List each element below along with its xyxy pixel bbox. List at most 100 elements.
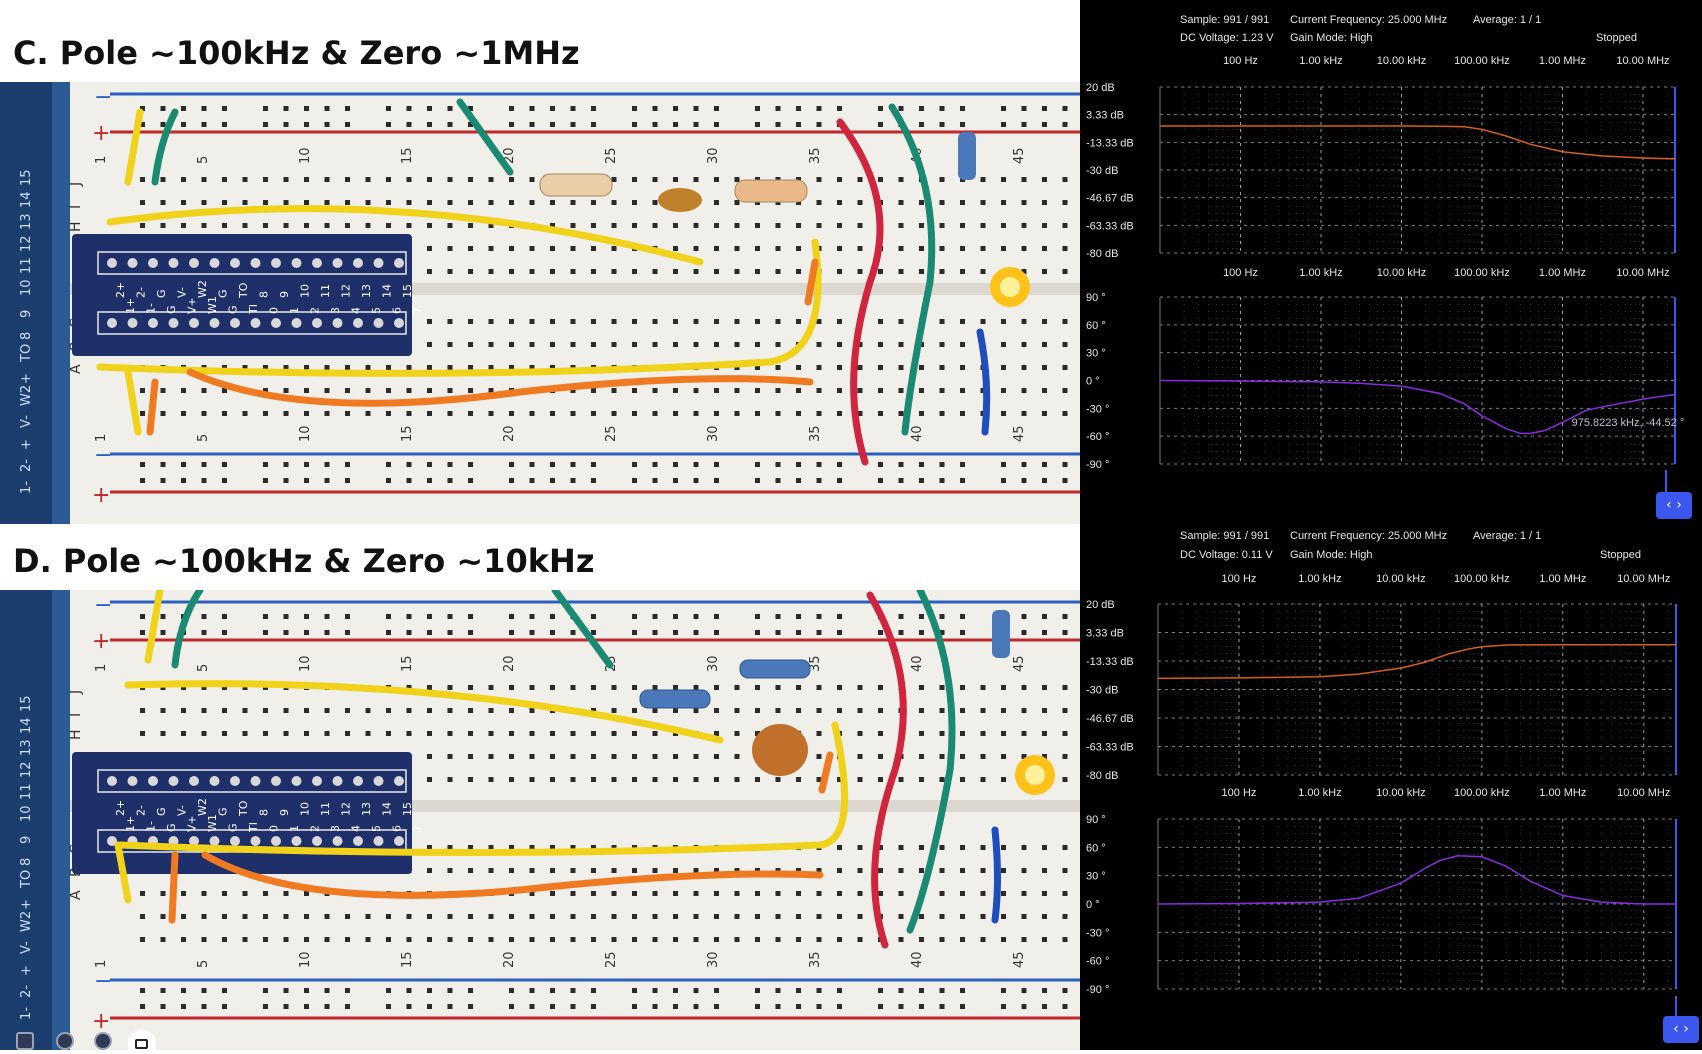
side-strip-label: 2- — [19, 459, 34, 472]
header-pin-label-top: 8 — [258, 291, 271, 298]
resistor — [739, 659, 811, 679]
side-strip-label: V- — [19, 415, 34, 428]
side-strip-label: W2 — [19, 385, 34, 406]
header-pin-label-top: V- — [176, 805, 189, 816]
column-number-top: 10 — [298, 655, 313, 672]
column-number-top: 30 — [706, 147, 721, 164]
column-number-bottom: 45 — [1012, 951, 1027, 968]
x-tick-label: 1.00 MHz — [1539, 573, 1586, 585]
header-pin-label-top: G — [155, 807, 168, 816]
column-number-bottom: 1 — [94, 434, 109, 442]
x-tick-label: 1.00 MHz — [1539, 267, 1586, 279]
row-label: I — [68, 713, 84, 717]
rail-plus-label: + — [92, 629, 110, 654]
magnitude-trace — [1157, 643, 1676, 680]
resistor — [958, 132, 976, 180]
header-pin-label-top: W2 — [196, 280, 209, 298]
nav-arrows-button-c[interactable]: ‹ › — [1656, 492, 1692, 519]
column-number-bottom: 15 — [400, 951, 415, 968]
row-label: H — [68, 221, 84, 232]
app-icon[interactable] — [94, 1032, 112, 1050]
side-strip-label: 10 — [19, 279, 34, 296]
jumper-wire — [168, 851, 179, 924]
column-number-bottom: 5 — [196, 434, 211, 442]
network-analyzer-panel-d: Sample: 991 / 991 Current Frequency: 25.0… — [1080, 524, 1702, 1050]
header-pin-label-bottom: 1+ — [124, 298, 137, 314]
camera-icon[interactable] — [128, 1030, 156, 1054]
phase-plot: 100 Hz 1.00 kHz 10.00 kHz 100.00 kHz 1.00 MH… — [1086, 787, 1677, 996]
column-number-bottom: 15 — [400, 425, 415, 442]
header-pin-label-bottom: 0 — [268, 307, 281, 314]
header-pin-label-bottom: 1 — [288, 307, 301, 314]
x-tick-label: 10.00 MHz — [1617, 573, 1670, 585]
side-strip-label: 12 — [19, 235, 34, 252]
side-strip-label: 10 — [19, 805, 34, 822]
row-label: A — [68, 890, 84, 900]
x-tick-label: 10.00 kHz — [1376, 787, 1426, 799]
network-analyzer-plots-c: Sample: 991 / 991 Current Frequency: 25.0… — [1086, 14, 1684, 471]
y-tick-label: -13.33 dB — [1086, 137, 1134, 149]
side-module-edge — [52, 82, 70, 524]
row-label: I — [68, 205, 84, 209]
column-number-bottom: 20 — [502, 951, 517, 968]
header-pin-label-top: 10 — [299, 802, 312, 816]
frequency-readout: Current Frequency: 25.000 MHz — [1290, 530, 1447, 542]
jumper-wire — [991, 826, 1001, 924]
header-pin-label-top: 2+ — [114, 282, 127, 298]
x-tick-label: 100.00 kHz — [1454, 787, 1510, 799]
header-pin-label-bottom: 7 — [411, 825, 424, 832]
header-pin-label-top: 11 — [319, 802, 332, 816]
column-number-top: 45 — [1012, 147, 1027, 164]
y-tick-label: -30 dB — [1086, 165, 1118, 177]
y-tick-label: -60 ° — [1086, 431, 1109, 443]
side-strip-label: 14 — [19, 717, 34, 734]
resistor — [539, 173, 613, 197]
header-pin-label-top: 14 — [381, 802, 394, 816]
column-number-top: 20 — [502, 655, 517, 672]
rail-plus-label: + — [92, 121, 110, 146]
side-strip-label: 9 — [19, 310, 34, 318]
nav-stem-d — [1675, 996, 1677, 1018]
y-tick-label: -30 dB — [1086, 685, 1118, 697]
nav-arrows-button-d[interactable]: ‹ › — [1663, 1016, 1699, 1043]
led-glow — [1000, 277, 1020, 297]
header-pin-label-bottom: 3 — [329, 825, 342, 832]
y-tick-label: -63.33 dB — [1086, 220, 1134, 232]
side-strip-label: 11 — [19, 257, 34, 274]
header-pin-label-top: G — [155, 289, 168, 298]
x-tick-label: 1.00 MHz — [1539, 55, 1586, 67]
network-analyzer-panel-c: Sample: 991 / 991 Current Frequency: 25.0… — [1080, 0, 1702, 524]
header-pin-label-top: 9 — [278, 291, 291, 298]
rail-plus-label: + — [92, 483, 110, 508]
x-tick-label: 1.00 kHz — [1298, 787, 1341, 799]
header-pin-label-top: 13 — [360, 284, 373, 298]
side-strip-label: 1- — [19, 1007, 34, 1020]
row-label: J — [68, 690, 84, 695]
column-number-bottom: 25 — [604, 951, 619, 968]
taskbar-fragment — [0, 1030, 160, 1054]
column-number-top: 5 — [196, 664, 211, 672]
side-strip-label: 14 — [19, 191, 34, 208]
side-strip-label: 15 — [19, 169, 34, 186]
dc-voltage-readout: DC Voltage: 0.11 V — [1180, 549, 1273, 561]
side-strip-label: + — [19, 439, 34, 450]
x-tick-label: 10.00 kHz — [1376, 573, 1426, 585]
start-icon[interactable] — [16, 1032, 34, 1050]
resistor — [639, 689, 711, 709]
header-pin-label-bottom: TI — [247, 304, 260, 315]
column-number-top: 35 — [808, 147, 823, 164]
header-pin-label-top: 12 — [340, 802, 353, 816]
row-label: A — [68, 364, 84, 374]
y-tick-label: 60 ° — [1086, 320, 1106, 332]
header-pin-label-top: 13 — [360, 802, 373, 816]
header-pin-label-top: TO — [237, 800, 250, 817]
status-bar: Sample: 991 / 991 Current Frequency: 25.0… — [1180, 530, 1641, 561]
x-tick-label: 1.00 kHz — [1298, 573, 1341, 585]
x-tick-label: 100 Hz — [1223, 55, 1258, 67]
x-tick-label: 100.00 kHz — [1454, 267, 1510, 279]
search-icon[interactable] — [56, 1032, 74, 1050]
resistor — [734, 179, 808, 203]
y-tick-label: 60 ° — [1086, 842, 1106, 854]
breadboard-svg-c: 1-2-+V-W2+TO89101112131415+−+−1155101015… — [0, 82, 1080, 524]
y-tick-label: 90 ° — [1086, 814, 1106, 826]
